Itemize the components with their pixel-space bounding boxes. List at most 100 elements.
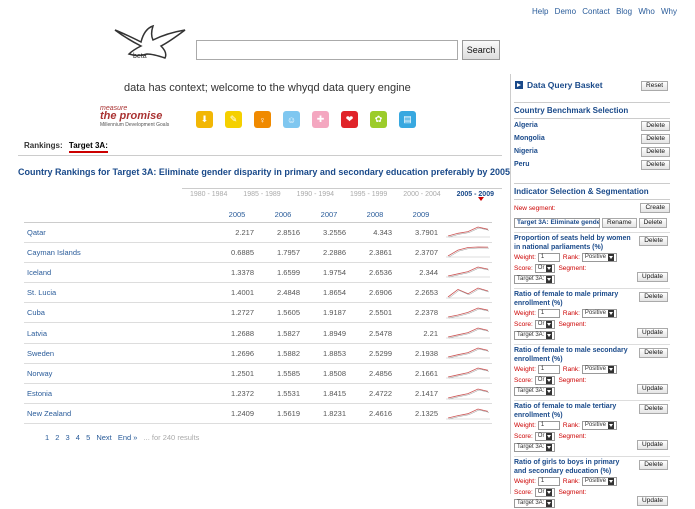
dropdown-arrow-icon xyxy=(546,321,553,328)
weight-input[interactable]: 1 xyxy=(537,253,560,262)
year-header[interactable]: 2007 xyxy=(306,208,352,222)
country-link[interactable]: Latvia xyxy=(24,322,214,344)
goal-3-icon[interactable]: ♀ xyxy=(254,111,271,128)
year-header[interactable]: 2005 xyxy=(214,208,260,222)
update-indicator-button[interactable]: Update xyxy=(637,440,668,450)
update-indicator-button[interactable]: Update xyxy=(637,384,668,394)
country-link[interactable]: Norway xyxy=(24,363,214,385)
delete-country-button[interactable]: Delete xyxy=(641,146,670,157)
update-indicator-button[interactable]: Update xyxy=(637,328,668,338)
country-link[interactable]: Sweden xyxy=(24,343,214,364)
goal-4-icon[interactable]: ☺ xyxy=(283,111,300,128)
country-link[interactable]: Estonia xyxy=(24,383,214,405)
bird-logo-icon[interactable] xyxy=(113,24,187,66)
country-link[interactable]: Cuba xyxy=(24,302,214,324)
goal-6-icon[interactable]: ❤ xyxy=(341,111,358,128)
benchmark-country-name[interactable]: Algeria xyxy=(514,122,538,129)
create-segment-button[interactable]: Create xyxy=(640,203,670,213)
segment-select[interactable]: Target 3A: xyxy=(514,499,556,508)
end-page-link[interactable]: End » xyxy=(118,433,138,442)
goal-1-icon[interactable]: ⬇ xyxy=(196,111,213,128)
rank-select[interactable]: Positive xyxy=(581,421,617,430)
nav-help[interactable]: Help xyxy=(532,7,548,16)
indicator-title[interactable]: Ratio of female to male secondary enroll… xyxy=(514,347,632,364)
benchmark-country-name[interactable]: Peru xyxy=(514,161,530,168)
country-link[interactable]: Cayman Islands xyxy=(24,242,214,263)
country-link[interactable]: Iceland xyxy=(24,262,214,284)
rank-select[interactable]: Positive xyxy=(581,477,617,486)
segment-select[interactable]: Target 3A: xyxy=(514,275,556,284)
update-indicator-button[interactable]: Update xyxy=(637,272,668,282)
indicator-title[interactable]: Ratio of female to male primary enrollme… xyxy=(514,291,632,308)
segment-select[interactable]: Target 3A: xyxy=(514,331,556,340)
delete-indicator-button[interactable]: Delete xyxy=(639,292,668,302)
nav-why[interactable]: Why xyxy=(661,7,677,16)
rename-segment-button[interactable]: Rename xyxy=(602,217,637,228)
nav-who[interactable]: Who xyxy=(638,7,654,16)
rank-select[interactable]: Positive xyxy=(581,309,617,318)
rank-select[interactable]: Positive xyxy=(581,253,617,262)
mdg-logo[interactable]: measure the promise Millennium Developme… xyxy=(100,105,169,128)
year-header[interactable]: 2006 xyxy=(260,208,306,222)
indicator-title[interactable]: Ratio of girls to boys in primary and se… xyxy=(514,459,632,476)
indicator-title[interactable]: Proportion of seats held by women in nat… xyxy=(514,235,632,252)
period-option[interactable]: 2000 - 2004 xyxy=(395,191,448,198)
year-header[interactable]: 2009 xyxy=(398,208,444,222)
benchmark-country-name[interactable]: Mongolia xyxy=(514,135,545,142)
goal-7-icon[interactable]: ✿ xyxy=(370,111,387,128)
period-option[interactable]: 1995 - 1999 xyxy=(342,191,395,198)
nav-blog[interactable]: Blog xyxy=(616,7,632,16)
page-link[interactable]: 1 xyxy=(45,433,49,442)
weight-input[interactable]: 1 xyxy=(537,477,560,486)
page-link[interactable]: 2 xyxy=(55,433,59,442)
update-indicator-button[interactable]: Update xyxy=(637,496,668,506)
delete-indicator-button[interactable]: Delete xyxy=(639,460,668,470)
score-select[interactable]: Or xyxy=(534,320,556,329)
segment-name-field[interactable]: Target 3A: Eliminate gende xyxy=(514,217,600,228)
delete-indicator-button[interactable]: Delete xyxy=(639,348,668,358)
weight-input[interactable]: 1 xyxy=(537,421,560,430)
value-cell: 2.8516 xyxy=(260,222,306,243)
segment-select[interactable]: Target 3A: xyxy=(514,443,556,452)
goal-2-icon[interactable]: ✎ xyxy=(225,111,242,128)
page-link[interactable]: 3 xyxy=(66,433,70,442)
segment-select[interactable]: Target 3A: xyxy=(514,387,556,396)
benchmark-country-name[interactable]: Nigeria xyxy=(514,148,538,155)
active-period-marker-icon xyxy=(478,197,484,201)
nav-contact[interactable]: Contact xyxy=(582,7,610,16)
nav-demo[interactable]: Demo xyxy=(555,7,576,16)
period-option[interactable]: 1985 - 1989 xyxy=(235,191,288,198)
goal-8-icon[interactable]: ▤ xyxy=(399,111,416,128)
next-page-link[interactable]: Next xyxy=(96,433,111,442)
period-option[interactable]: 1990 - 1994 xyxy=(289,191,342,198)
delete-indicator-button[interactable]: Delete xyxy=(639,236,668,246)
rank-select[interactable]: Positive xyxy=(581,365,617,374)
weight-label: Weight: xyxy=(514,478,536,485)
indicator-title[interactable]: Ratio of female to male tertiary enrollm… xyxy=(514,403,632,420)
period-option[interactable]: 1980 - 1984 xyxy=(182,191,235,198)
search-button[interactable]: Search xyxy=(462,40,500,60)
period-option[interactable]: 2005 - 2009 xyxy=(449,191,502,198)
score-select[interactable]: Or xyxy=(534,376,556,385)
rankings-target-tab[interactable]: Target 3A: xyxy=(68,141,108,153)
score-select[interactable]: Or xyxy=(534,432,556,441)
weight-input[interactable]: 1 xyxy=(537,309,560,318)
country-link[interactable]: St. Lucia xyxy=(24,282,214,304)
score-select[interactable]: Or xyxy=(534,264,556,273)
year-header[interactable]: 2008 xyxy=(352,208,398,222)
delete-indicator-button[interactable]: Delete xyxy=(639,404,668,414)
search-input[interactable] xyxy=(196,40,458,60)
reset-button[interactable]: Reset xyxy=(641,81,668,91)
country-link[interactable]: Qatar xyxy=(24,222,214,243)
delete-country-button[interactable]: Delete xyxy=(641,133,670,144)
delete-segment-button[interactable]: Delete xyxy=(638,217,668,228)
weight-input[interactable]: 1 xyxy=(537,365,560,374)
page-link[interactable]: 4 xyxy=(76,433,80,442)
value-cell: 3.2556 xyxy=(306,222,352,243)
goal-5-icon[interactable]: ✚ xyxy=(312,111,329,128)
delete-country-button[interactable]: Delete xyxy=(641,120,670,131)
page-link[interactable]: 5 xyxy=(86,433,90,442)
delete-country-button[interactable]: Delete xyxy=(641,159,670,170)
score-select[interactable]: Or xyxy=(534,488,556,497)
country-link[interactable]: New Zealand xyxy=(24,403,214,425)
